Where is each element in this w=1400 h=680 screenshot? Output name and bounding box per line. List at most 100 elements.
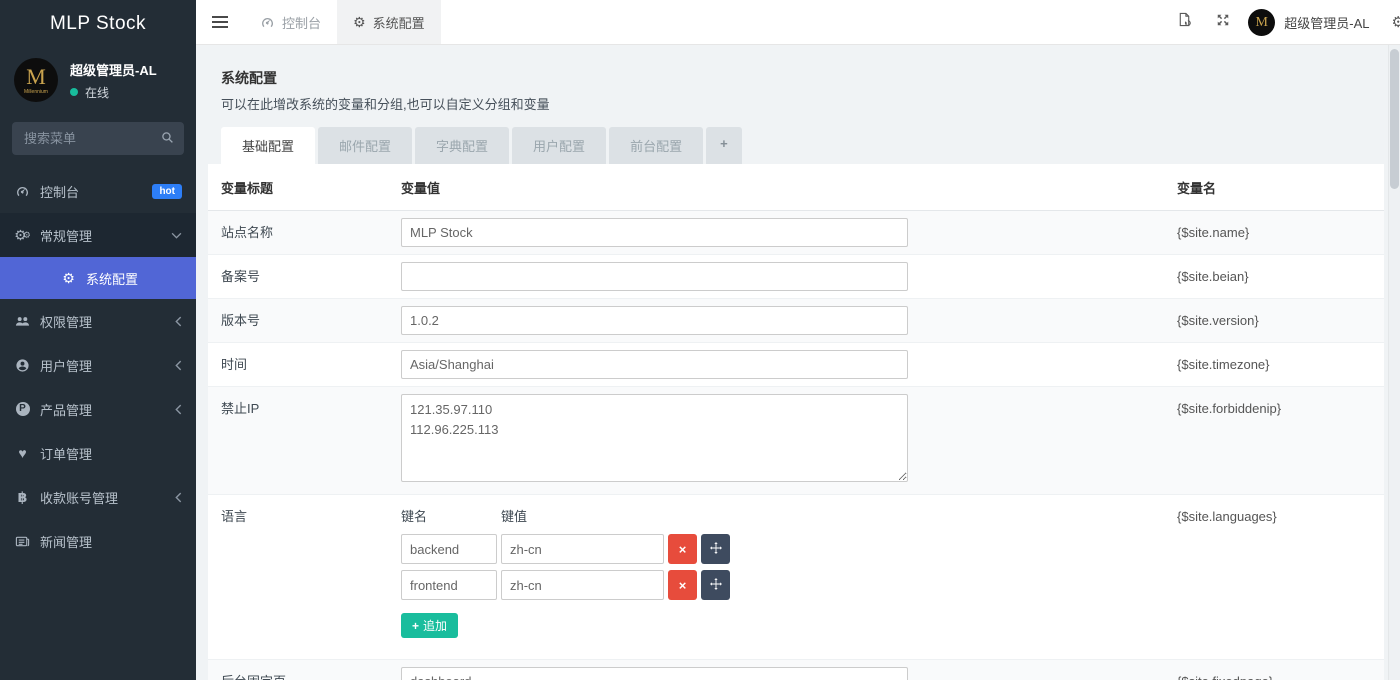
sidebar-item-label: 新闻管理: [40, 532, 182, 551]
dashboard-icon: [260, 15, 275, 30]
config-rows: 站点名称 {$site.name} 备案号{$site.beian}版本号{$sit…: [208, 211, 1384, 680]
topbar-tab-label: 控制台: [282, 13, 321, 32]
config-tab[interactable]: 邮件配置: [318, 127, 412, 164]
row-value: [401, 262, 1177, 291]
row-value: [401, 350, 1177, 379]
config-row: 站点名称 {$site.name}: [208, 211, 1384, 255]
config-input[interactable]: [401, 350, 908, 379]
delete-button[interactable]: ×: [668, 570, 697, 600]
vertical-scrollbar[interactable]: [1388, 45, 1400, 680]
topbar-user-name[interactable]: 超级管理员-AL: [1284, 13, 1369, 32]
fullscreen-button[interactable]: [1204, 0, 1242, 45]
gear-icon: ⚙: [60, 271, 77, 285]
kv-value-input[interactable]: [501, 570, 664, 600]
user-icon: [14, 358, 31, 373]
config-row: 备案号{$site.beian}: [208, 255, 1384, 299]
move-button[interactable]: [701, 534, 730, 564]
config-textarea[interactable]: [401, 394, 908, 482]
user-name: 超级管理员-AL: [70, 60, 157, 79]
sidebar-item-user[interactable]: 用户管理: [0, 343, 196, 387]
kv-value-input[interactable]: [501, 534, 664, 564]
col-header-value: 变量值: [401, 178, 1177, 197]
col-header-title: 变量标题: [221, 178, 401, 197]
config-panel: 系统配置 可以在此增改系统的变量和分组,也可以自定义分组和变量 基础配置邮件配置…: [208, 57, 1384, 680]
online-dot: [70, 88, 78, 96]
row-variable-name: {$site.name}: [1177, 218, 1384, 247]
row-title: 后台固定页: [221, 667, 401, 680]
sidebar-item-news[interactable]: 新闻管理: [0, 519, 196, 563]
topbar: 控制台 ⚙系统配置 M 超级管理员-AL ⚙⚙: [196, 0, 1400, 45]
topbar-avatar[interactable]: M: [1248, 9, 1275, 36]
user-status-label: 在线: [85, 84, 109, 101]
row-variable-name: {$site.timezone}: [1177, 350, 1384, 379]
add-tab-button[interactable]: +: [706, 127, 742, 164]
search-input[interactable]: [12, 122, 184, 155]
kv-row: ×: [401, 570, 1177, 600]
row-title: 站点名称: [221, 218, 401, 247]
fullscreen-icon: [1216, 13, 1230, 32]
scrollbar-thumb[interactable]: [1390, 49, 1399, 189]
row-title: 禁止IP: [221, 394, 401, 423]
row-value: [401, 667, 1177, 680]
chevron-left-icon: [175, 316, 182, 327]
row-title: 语言: [221, 502, 401, 531]
kv-key-input[interactable]: [401, 570, 497, 600]
config-row: 时间 {$site.timezone}: [208, 343, 1384, 387]
sidebar-item-dashboard[interactable]: 控制台hot: [0, 169, 196, 213]
move-icon: [710, 542, 722, 557]
search-icon: [161, 131, 174, 149]
append-button[interactable]: +追加: [401, 613, 458, 638]
move-button[interactable]: [701, 570, 730, 600]
delete-button[interactable]: ×: [668, 534, 697, 564]
sidebar-item-bitcoin[interactable]: ฿ 收款账号管理: [0, 475, 196, 519]
config-input[interactable]: [401, 667, 908, 680]
config-row: 后台固定页{$site.fixedpage}: [208, 660, 1384, 680]
sidebar-item-cogs[interactable]: ⚙⚙常规管理: [0, 213, 196, 257]
sidebar-item-label: 收款账号管理: [40, 488, 175, 507]
hot-badge: hot: [152, 184, 182, 199]
cogs-icon: ⚙⚙: [14, 228, 31, 242]
topbar-tab-dashboard[interactable]: 控制台: [244, 0, 337, 44]
topbar-settings-icon[interactable]: ⚙⚙: [1391, 13, 1400, 31]
sidebar-item-gear[interactable]: ⚙系统配置: [0, 257, 196, 299]
config-row: 禁止IP{$site.forbiddenip}: [208, 387, 1384, 495]
config-row: 版本号{$site.version}: [208, 299, 1384, 343]
row-title: 时间: [221, 350, 401, 379]
config-input[interactable]: [401, 306, 908, 335]
config-tab[interactable]: 用户配置: [512, 127, 606, 164]
config-tab[interactable]: 前台配置: [609, 127, 703, 164]
dashboard-icon: [14, 184, 31, 199]
hamburger-icon: [212, 16, 228, 28]
sidebar-toggle-button[interactable]: [196, 0, 244, 44]
avatar: M Millennium: [14, 58, 58, 102]
row-title: 备案号: [221, 262, 401, 291]
sidebar-item-label: 订单管理: [40, 444, 182, 463]
config-tab[interactable]: 基础配置: [221, 127, 315, 164]
config-row: 语言键名键值××+追加{$site.languages}: [208, 495, 1384, 660]
config-input[interactable]: [401, 218, 908, 247]
chevron-down-icon: [171, 232, 182, 239]
sidebar-item-product[interactable]: P 产品管理: [0, 387, 196, 431]
sidebar-item-users[interactable]: 权限管理: [0, 299, 196, 343]
kv-key-header: 键名: [401, 506, 501, 525]
product-icon: P: [14, 402, 31, 416]
clear-cache-button[interactable]: [1165, 0, 1204, 45]
topbar-tab-gear[interactable]: ⚙系统配置: [337, 0, 441, 44]
bitcoin-icon: ฿: [14, 490, 31, 504]
sidebar-item-order[interactable]: ♥订单管理: [0, 431, 196, 475]
kv-key-input[interactable]: [401, 534, 497, 564]
config-tab[interactable]: 字典配置: [415, 127, 509, 164]
user-panel: M Millennium 超级管理员-AL 在线: [0, 48, 196, 114]
gear-icon: ⚙: [353, 14, 366, 31]
sidebar-item-label: 产品管理: [40, 400, 175, 419]
panel-body: 变量标题 变量值 变量名 站点名称{$site.name}备案号{$site.b…: [208, 164, 1384, 680]
row-value: [401, 306, 1177, 335]
kv-headers: 键名键值: [401, 506, 1177, 525]
page-subtitle: 可以在此增改系统的变量和分组,也可以自定义分组和变量: [208, 88, 1384, 127]
row-variable-name: {$site.version}: [1177, 306, 1384, 335]
plus-icon: +: [412, 619, 419, 633]
config-input[interactable]: [401, 262, 908, 291]
page-title: 系统配置: [208, 57, 1384, 88]
app-brand: MLP Stock: [0, 0, 196, 48]
main-content: 系统配置 可以在此增改系统的变量和分组,也可以自定义分组和变量 基础配置邮件配置…: [196, 45, 1400, 680]
